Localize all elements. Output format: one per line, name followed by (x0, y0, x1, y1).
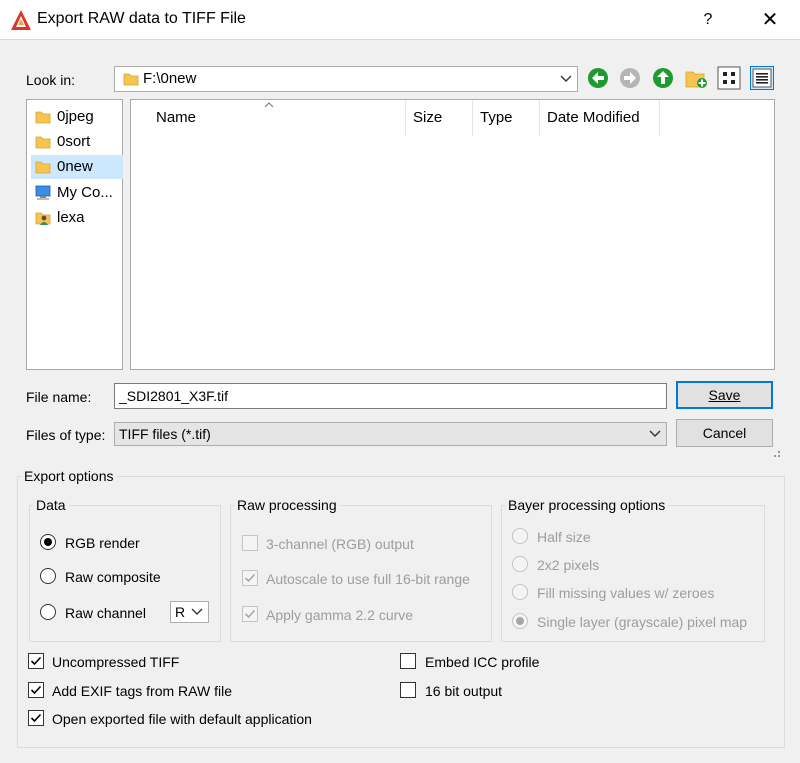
2x2-pixels-radio[interactable] (512, 556, 528, 572)
folder-icon (35, 136, 51, 149)
fill-zeroes-label: Fill missing values w/ zeroes (537, 585, 715, 601)
look-in-combo[interactable]: F:\0new (114, 66, 578, 92)
raw-composite-label: Raw composite (65, 569, 161, 585)
resize-grip-icon[interactable] (770, 447, 782, 459)
raw-processing-title: Raw processing (234, 497, 340, 513)
data-group-title: Data (33, 497, 69, 513)
help-button[interactable]: ? (688, 5, 728, 35)
column-header-type[interactable]: Type (473, 100, 540, 136)
file-type-label: Files of type: (26, 427, 106, 443)
sidebar-item-label: 0sort (57, 133, 91, 150)
folder-icon (35, 111, 51, 124)
close-button[interactable]: ✕ (748, 5, 792, 35)
embed-icc-checkbox[interactable] (400, 653, 416, 669)
checkmark-icon (244, 573, 256, 583)
places-sidebar: 0jpeg 0sort 0new My Co... lexa (26, 99, 123, 370)
user-folder-icon (35, 212, 51, 225)
save-button[interactable]: Save (676, 381, 773, 409)
channel-select[interactable]: R (170, 601, 209, 623)
sidebar-item-my-computer[interactable]: My Co... (31, 181, 123, 205)
look-in-label: Look in: (26, 72, 76, 88)
sidebar-item-label: My Co... (57, 184, 113, 201)
back-icon[interactable] (586, 66, 610, 90)
half-size-label: Half size (537, 529, 591, 545)
export-options-title: Export options (21, 468, 117, 484)
chevron-down-icon (560, 75, 572, 82)
sidebar-item-label: lexa (57, 209, 85, 226)
autoscale-checkbox[interactable] (242, 570, 258, 586)
computer-icon (35, 185, 51, 200)
sidebar-item-0jpeg[interactable]: 0jpeg (31, 105, 123, 129)
uncompressed-tiff-checkbox[interactable] (28, 653, 44, 669)
gamma-label: Apply gamma 2.2 curve (266, 607, 414, 623)
single-layer-label: Single layer (grayscale) pixel map (537, 614, 748, 630)
raw-channel-label: Raw channel (65, 605, 146, 621)
single-layer-radio[interactable] (512, 613, 528, 629)
fill-zeroes-radio[interactable] (512, 584, 528, 600)
exif-tags-checkbox[interactable] (28, 682, 44, 698)
forward-icon[interactable] (618, 66, 642, 90)
open-exported-checkbox[interactable] (28, 710, 44, 726)
file-type-value: TIFF files (*.tif) (119, 426, 211, 442)
raw-channel-radio[interactable] (40, 604, 56, 620)
uncompressed-tiff-label: Uncompressed TIFF (52, 654, 180, 670)
sidebar-item-0new[interactable]: 0new (31, 155, 123, 179)
file-name-input[interactable] (114, 383, 667, 409)
cancel-button[interactable]: Cancel (676, 419, 773, 447)
folder-icon (35, 161, 51, 174)
2x2-pixels-label: 2x2 pixels (537, 557, 600, 573)
list-view-icon[interactable] (717, 66, 741, 90)
window-title: Export RAW data to TIFF File (37, 10, 246, 27)
app-logo-icon (11, 10, 31, 30)
channel-value: R (175, 604, 186, 620)
checkmark-icon (30, 713, 42, 723)
sidebar-item-label: 0jpeg (57, 108, 94, 125)
folder-icon (123, 73, 139, 86)
rgb-render-label: RGB render (65, 535, 140, 551)
save-button-label: Save (708, 387, 741, 403)
rgb-output-label: 3-channel (RGB) output (266, 536, 414, 552)
file-list[interactable]: Name Size Type Date Modified (130, 99, 775, 370)
16-bit-output-checkbox[interactable] (400, 682, 416, 698)
chevron-down-icon (649, 430, 661, 437)
file-type-combo[interactable]: TIFF files (*.tif) (114, 422, 667, 446)
sidebar-item-label: 0new (57, 158, 93, 175)
up-folder-icon[interactable] (651, 66, 675, 90)
column-header-date-modified[interactable]: Date Modified (540, 100, 660, 136)
sidebar-item-0sort[interactable]: 0sort (31, 130, 123, 154)
raw-composite-radio[interactable] (40, 568, 56, 584)
column-header-name[interactable]: Name (149, 100, 406, 136)
new-folder-icon[interactable] (684, 66, 708, 90)
sidebar-item-lexa[interactable]: lexa (31, 206, 123, 230)
checkmark-icon (30, 656, 42, 666)
column-header-size[interactable]: Size (406, 100, 473, 136)
detail-view-icon[interactable] (750, 66, 774, 90)
embed-icc-label: Embed ICC profile (425, 654, 540, 670)
look-in-path: F:\0new (143, 70, 197, 87)
gamma-checkbox[interactable] (242, 606, 258, 622)
bayer-processing-title: Bayer processing options (505, 497, 669, 513)
rgb-render-radio[interactable] (40, 534, 56, 550)
chevron-down-icon (191, 608, 203, 615)
checkmark-icon (30, 685, 42, 695)
file-name-label: File name: (26, 389, 92, 405)
half-size-radio[interactable] (512, 528, 528, 544)
rgb-output-checkbox[interactable] (242, 535, 258, 551)
exif-tags-label: Add EXIF tags from RAW file (52, 683, 232, 699)
open-exported-label: Open exported file with default applicat… (52, 711, 312, 727)
autoscale-label: Autoscale to use full 16-bit range (266, 571, 470, 587)
16-bit-output-label: 16 bit output (425, 683, 503, 699)
checkmark-icon (244, 609, 256, 619)
